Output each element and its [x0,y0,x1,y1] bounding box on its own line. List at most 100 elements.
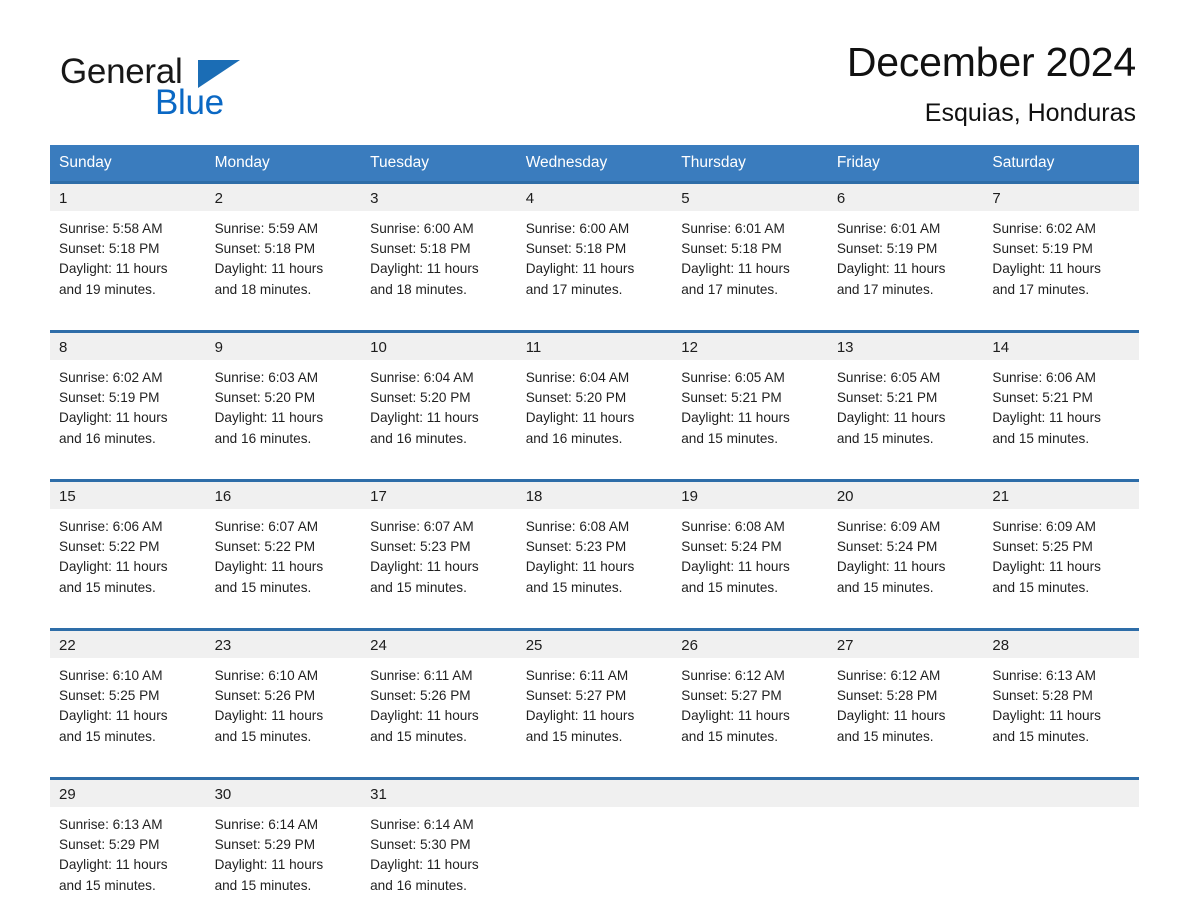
sunrise-time: Sunrise: 6:04 AM [370,370,474,385]
day-cell-inner: 31 Sunrise: 6:14 AM Sunset: 5:30 PM Dayligh… [361,780,517,912]
calendar-day-cell[interactable]: 10 Sunrise: 6:04 AM Sunset: 5:20 PM Dayligh… [361,330,517,465]
calendar-day-cell[interactable]: 23 Sunrise: 6:10 AM Sunset: 5:26 PM Dayligh… [205,628,362,763]
day-number [516,780,673,807]
calendar-day-cell[interactable]: 4 Sunrise: 6:00 AM Sunset: 5:18 PM Daylight… [516,181,673,316]
calendar-day-cell[interactable]: 22 Sunrise: 6:10 AM Sunset: 5:25 PM Dayligh… [50,628,206,763]
daylight-duration-line2: and 15 minutes. [214,728,312,744]
day-cell-inner [516,780,673,912]
day-cell-inner: 22 Sunrise: 6:10 AM Sunset: 5:25 PM Dayligh… [50,631,206,763]
calendar-day-cell[interactable]: 13 Sunrise: 6:05 AM Sunset: 5:21 PM Dayligh… [827,330,984,465]
sunset-time: Sunset: 5:25 PM [59,688,160,704]
calendar-day-cell[interactable]: 18 Sunrise: 6:08 AM Sunset: 5:23 PM Dayligh… [516,479,673,614]
calendar-day-cell[interactable]: 5 Sunrise: 6:01 AM Sunset: 5:18 PM Daylight… [672,181,828,316]
sunrise-time: Sunrise: 6:01 AM [681,221,785,236]
calendar-day-cell[interactable]: 12 Sunrise: 6:05 AM Sunset: 5:21 PM Dayligh… [672,330,828,465]
calendar-day-cell[interactable]: 29 Sunrise: 6:13 AM Sunset: 5:29 PM Dayligh… [50,777,206,912]
calendar-day-cell[interactable]: 26 Sunrise: 6:12 AM Sunset: 5:27 PM Dayligh… [672,628,828,763]
calendar-day-cell[interactable]: 19 Sunrise: 6:08 AM Sunset: 5:24 PM Dayligh… [672,479,828,614]
sunset-time: Sunset: 5:22 PM [214,539,316,555]
calendar-day-cell[interactable]: 7 Sunrise: 6:02 AM Sunset: 5:19 PM Daylight… [983,181,1139,316]
week-spacer-cell [827,763,984,779]
day-number: 27 [827,631,984,658]
daylight-duration-line1: Daylight: 11 hours [992,708,1101,724]
calendar-day-cell[interactable]: 9 Sunrise: 6:03 AM Sunset: 5:20 PM Daylight… [205,330,362,465]
page-title: December 2024 [846,39,1136,85]
sunrise-time: Sunrise: 6:09 AM [836,519,941,534]
calendar-day-cell[interactable]: 21 Sunrise: 6:09 AM Sunset: 5:25 PM Dayligh… [983,479,1139,614]
weekday-header-wednesday: Wednesday [516,145,673,183]
calendar-day-cell[interactable]: 28 Sunrise: 6:13 AM Sunset: 5:28 PM Dayligh… [983,628,1139,763]
day-number: 17 [361,482,517,509]
calendar-day-cell[interactable]: 11 Sunrise: 6:04 AM Sunset: 5:20 PM Dayligh… [516,330,673,465]
day-sun-info: Sunrise: 6:10 AM Sunset: 5:25 PM Daylight:… [50,658,206,747]
day-cell-inner: 29 Sunrise: 6:13 AM Sunset: 5:29 PM Dayligh… [50,780,206,912]
day-cell-inner: 27 Sunrise: 6:12 AM Sunset: 5:28 PM Dayligh… [827,631,984,763]
sunset-time: Sunset: 5:25 PM [992,539,1093,555]
day-number: 10 [361,333,517,360]
daylight-duration-line2: and 15 minutes. [681,430,778,446]
daylight-duration-line1: Daylight: 11 hours [992,559,1101,575]
day-sun-info: Sunrise: 5:59 AM Sunset: 5:18 PM Daylight:… [206,211,362,300]
day-sun-info: Sunrise: 6:04 AM Sunset: 5:20 PM Daylight:… [517,360,673,449]
calendar-day-cell[interactable]: 27 Sunrise: 6:12 AM Sunset: 5:28 PM Dayligh… [827,628,984,763]
week-spacer-cell [516,763,673,779]
calendar-day-cell[interactable]: 30 Sunrise: 6:14 AM Sunset: 5:29 PM Dayligh… [205,777,362,912]
daylight-duration-line2: and 15 minutes. [681,579,778,595]
daylight-duration-line2: and 15 minutes. [214,579,312,595]
daylight-duration-line2: and 17 minutes. [992,281,1090,297]
daylight-duration-line1: Daylight: 11 hours [836,410,946,426]
day-cell-inner: 26 Sunrise: 6:12 AM Sunset: 5:27 PM Dayligh… [672,631,828,763]
calendar-day-cell[interactable]: 31 Sunrise: 6:14 AM Sunset: 5:30 PM Dayligh… [361,777,517,912]
calendar-day-cell[interactable]: 1 Sunrise: 5:58 AM Sunset: 5:18 PM Daylight… [50,181,206,316]
sunrise-time: Sunrise: 6:00 AM [525,221,630,236]
day-cell-inner: 7 Sunrise: 6:02 AM Sunset: 5:19 PM Daylight… [983,184,1139,316]
day-number: 18 [516,482,673,509]
day-number: 15 [50,482,206,509]
sunset-time: Sunset: 5:27 PM [681,688,782,704]
title-block: December 2024 Esquias, Honduras [847,38,1138,128]
day-sun-info: Sunrise: 6:04 AM Sunset: 5:20 PM Daylight:… [361,360,517,449]
day-sun-info: Sunrise: 6:13 AM Sunset: 5:28 PM Daylight:… [983,658,1139,747]
day-number: 21 [983,482,1139,509]
day-cell-inner: 11 Sunrise: 6:04 AM Sunset: 5:20 PM Dayligh… [516,333,673,465]
calendar-day-cell[interactable]: 25 Sunrise: 6:11 AM Sunset: 5:27 PM Dayligh… [516,628,673,763]
day-number: 7 [983,184,1139,211]
page-masthead: General Blue December 2024 Esquias, Hond… [50,0,1138,128]
daylight-duration-line2: and 15 minutes. [59,728,156,744]
daylight-duration-line2: and 16 minutes. [370,877,467,893]
week-spacer-cell [672,614,828,630]
calendar-day-cell[interactable]: 3 Sunrise: 6:00 AM Sunset: 5:18 PM Daylight… [361,181,517,316]
day-sun-info: Sunrise: 6:05 AM Sunset: 5:21 PM Daylight:… [672,360,828,449]
sunrise-time: Sunrise: 6:14 AM [370,817,474,832]
calendar-day-cell[interactable]: 17 Sunrise: 6:07 AM Sunset: 5:23 PM Dayligh… [361,479,517,614]
sunrise-time: Sunrise: 6:08 AM [681,519,785,534]
day-number: 31 [361,780,517,807]
daylight-duration-line1: Daylight: 11 hours [370,261,479,277]
day-sun-info: Sunrise: 6:05 AM Sunset: 5:21 PM Daylight:… [828,360,984,449]
calendar-day-cell[interactable]: 16 Sunrise: 6:07 AM Sunset: 5:22 PM Dayligh… [205,479,362,614]
day-sun-info: Sunrise: 6:11 AM Sunset: 5:27 PM Daylight:… [517,658,673,747]
day-number: 22 [50,631,206,658]
daylight-duration-line2: and 15 minutes. [59,877,156,893]
daylight-duration-line2: and 15 minutes. [836,430,934,446]
sunrise-time: Sunrise: 6:13 AM [59,817,163,832]
calendar-day-cell[interactable]: 2 Sunrise: 5:59 AM Sunset: 5:18 PM Daylight… [205,181,362,316]
day-sun-info: Sunrise: 6:03 AM Sunset: 5:20 PM Daylight:… [206,360,362,449]
calendar-day-cell[interactable]: 24 Sunrise: 6:11 AM Sunset: 5:26 PM Dayligh… [361,628,517,763]
week-spacer-cell [983,316,1139,332]
calendar-day-cell[interactable]: 14 Sunrise: 6:06 AM Sunset: 5:21 PM Dayligh… [983,330,1139,465]
calendar-day-cell[interactable]: 8 Sunrise: 6:02 AM Sunset: 5:19 PM Daylight… [50,330,206,465]
calendar-day-cell[interactable]: 15 Sunrise: 6:06 AM Sunset: 5:22 PM Dayligh… [50,479,206,614]
calendar-day-cell[interactable]: 6 Sunrise: 6:01 AM Sunset: 5:19 PM Daylight… [827,181,984,316]
week-spacer-cell [205,614,362,630]
week-spacer-cell [827,614,984,630]
sunrise-time: Sunrise: 6:11 AM [525,668,629,683]
calendar-empty-cell [983,777,1139,912]
day-number: 23 [205,631,362,658]
day-number: 24 [361,631,517,658]
week-spacer-cell [983,465,1139,481]
day-cell-inner: 30 Sunrise: 6:14 AM Sunset: 5:29 PM Dayligh… [205,780,362,912]
day-number: 1 [50,184,206,211]
day-number: 28 [983,631,1139,658]
calendar-day-cell[interactable]: 20 Sunrise: 6:09 AM Sunset: 5:24 PM Dayligh… [827,479,984,614]
